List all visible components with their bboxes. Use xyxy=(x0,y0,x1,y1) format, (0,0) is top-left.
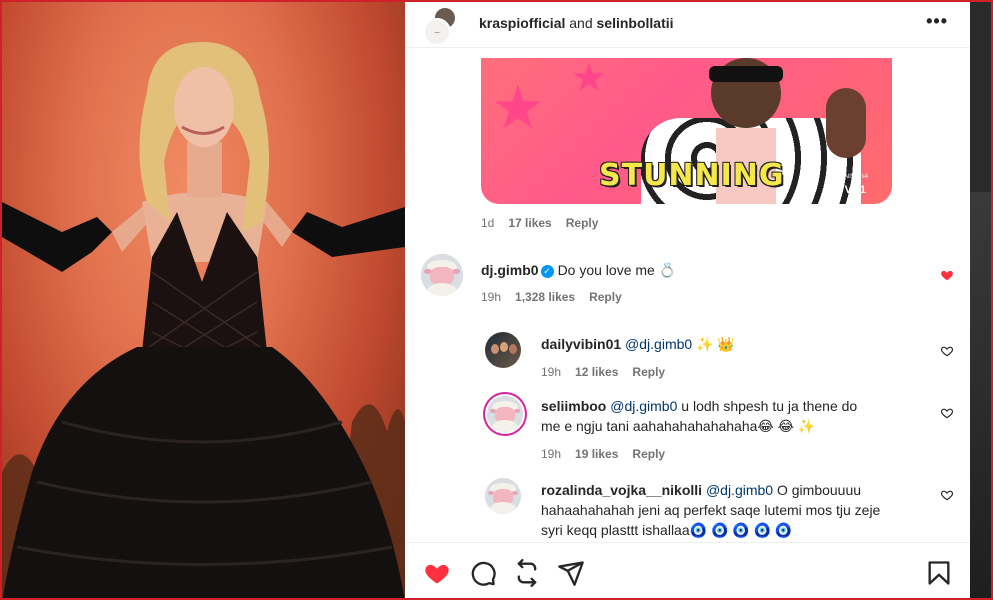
post-authors: kraspiofficial and selinbollatii xyxy=(479,15,674,31)
reply-text-line: hahaahahahah jeni aq perfekt saqe lutemi… xyxy=(541,502,881,518)
window-frame: ~ kraspiofficial and selinbollatii ••• ★… xyxy=(0,0,993,600)
avatar[interactable] xyxy=(421,254,463,296)
repost-icon[interactable] xyxy=(513,559,541,587)
avatar[interactable] xyxy=(485,332,521,368)
action-bar xyxy=(405,542,970,598)
reply-button[interactable]: Reply xyxy=(632,447,665,461)
avatar: ~ xyxy=(423,18,451,46)
verified-badge-icon: ✓ xyxy=(540,265,554,278)
heart-outline-icon[interactable] xyxy=(940,344,954,358)
post-photo[interactable] xyxy=(2,2,405,598)
bookmark-icon[interactable] xyxy=(925,559,953,587)
reply-username[interactable]: rozalinda_vojka__nikolli xyxy=(541,482,702,498)
mention-link[interactable]: @dj.gimb0 xyxy=(706,482,773,498)
reply-text-line: O gimbouuuu xyxy=(773,482,862,498)
reply-text-line: u lodh shpesh tu ja thene do xyxy=(677,398,858,414)
gif-hashtag: #AllStars4 xyxy=(840,174,868,180)
mention-link[interactable]: @dj.gimb0 xyxy=(610,398,677,414)
authors-conjunction: and xyxy=(565,15,597,31)
comment-text: Do you love me 💍 xyxy=(557,262,677,278)
comment-icon[interactable] xyxy=(469,559,497,587)
model-illustration xyxy=(2,42,405,598)
mention-link[interactable]: @dj.gimb0 xyxy=(625,336,692,352)
reply-meta: 19h 12 likes Reply xyxy=(541,365,841,379)
reply-likes[interactable]: 19 likes xyxy=(575,447,618,461)
heart-outline-icon[interactable] xyxy=(940,406,954,420)
comment-meta: 1d 17 likes Reply xyxy=(481,216,598,230)
comment-gif: ★ ★ ★ STUNNING #AllStars4 VH1 xyxy=(481,58,892,204)
reply-text-line: me e ngju tani aahahahahahahaha😂 😂 ✨ xyxy=(541,418,816,434)
reply-age: 19h xyxy=(541,365,562,379)
post-header: ~ kraspiofficial and selinbollatii ••• xyxy=(405,2,970,48)
comments-list[interactable]: ★ ★ ★ STUNNING #AllStars4 VH1 1d 17 likes… xyxy=(405,48,970,542)
avatar[interactable] xyxy=(485,478,521,514)
collab-avatars[interactable]: ~ xyxy=(423,6,457,46)
comment-meta: 19h 1,328 likes Reply xyxy=(481,290,781,304)
post-detail-panel: ~ kraspiofficial and selinbollatii ••• ★… xyxy=(405,2,970,598)
reply-username[interactable]: seliimboo xyxy=(541,398,606,414)
reply-text-line: syri keqq plasttt ishallaa🧿 🧿 🧿 🧿 🧿 xyxy=(541,522,793,538)
comment-likes[interactable]: 17 likes xyxy=(508,216,551,230)
reply-button[interactable]: Reply xyxy=(589,290,622,304)
heart-filled-icon[interactable] xyxy=(423,559,451,587)
heart-outline-icon[interactable] xyxy=(940,488,954,502)
gif-network-logo: VH1 xyxy=(844,184,866,196)
reply-likes[interactable]: 12 likes xyxy=(575,365,618,379)
background-overlay[interactable] xyxy=(970,2,991,598)
gif-caption: STUNNING xyxy=(599,158,785,193)
reply-age: 19h xyxy=(541,447,562,461)
liked-heart-icon[interactable] xyxy=(940,268,954,282)
reply-meta: 19h 19 likes Reply xyxy=(541,447,841,461)
comment-username[interactable]: dj.gimb0 xyxy=(481,262,539,278)
reply-button[interactable]: Reply xyxy=(566,216,599,230)
author-link[interactable]: kraspiofficial xyxy=(479,15,565,31)
reply-button[interactable]: Reply xyxy=(632,365,665,379)
more-options-icon[interactable]: ••• xyxy=(926,12,948,30)
avatar[interactable] xyxy=(487,396,523,432)
author-link[interactable]: selinbollatii xyxy=(597,15,674,31)
reply-text: ✨ 👑 xyxy=(692,336,735,352)
reply-username[interactable]: dailyvibin01 xyxy=(541,336,621,352)
comment-likes[interactable]: 1,328 likes xyxy=(515,290,575,304)
share-icon[interactable] xyxy=(557,559,585,587)
comment-age: 1d xyxy=(481,216,495,230)
comment-age: 19h xyxy=(481,290,502,304)
